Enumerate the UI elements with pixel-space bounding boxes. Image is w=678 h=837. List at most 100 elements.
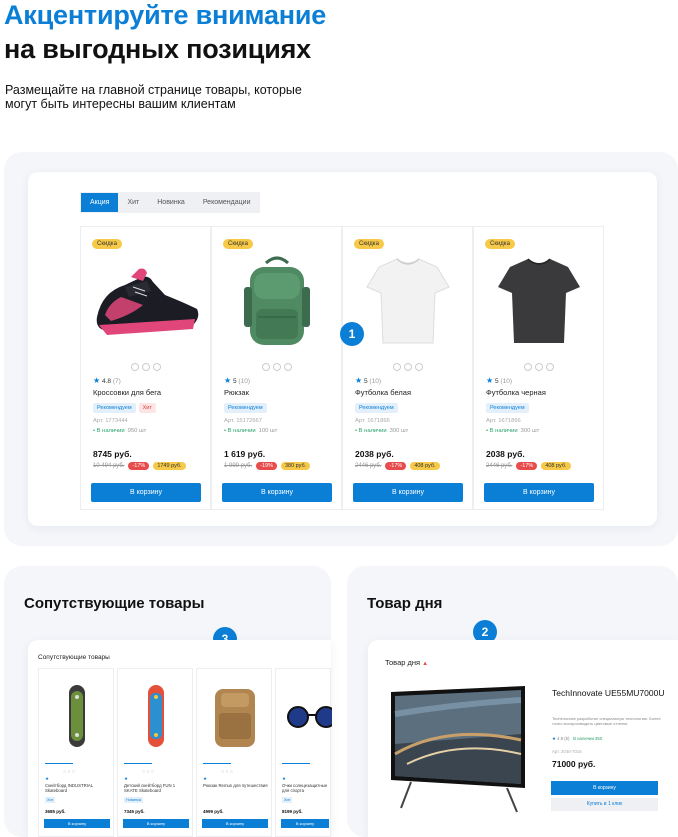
product-tools (524, 363, 554, 371)
old-price: 10 494 руб. (93, 463, 125, 469)
deal-rating: ★ 4.8 (5) В наличии 350 (552, 736, 603, 741)
add-to-cart-button[interactable]: В корзину (281, 819, 329, 828)
add-to-cart-button[interactable]: В корзину (202, 819, 268, 828)
tag-hit: Хит (138, 403, 156, 413)
price: 2038 руб. (486, 449, 525, 459)
add-to-cart-button[interactable]: В корзину (222, 483, 332, 502)
tag: Хит (282, 797, 293, 803)
old-price: 2446 руб. (486, 463, 513, 469)
tab-akciya[interactable]: Акция (81, 193, 119, 212)
old-price-row: 2446 руб. -17% 408 руб. (486, 462, 571, 470)
savings-badge: 1749 руб. (153, 462, 186, 470)
product-tools (393, 363, 423, 371)
favorite-icon[interactable] (142, 363, 150, 371)
related-item-price: 4999 руб. (203, 809, 224, 814)
add-to-cart-button[interactable]: В корзину (123, 819, 189, 828)
product-name[interactable]: Футболка черная (486, 388, 546, 397)
deal-add-to-cart-button[interactable]: В корзину (551, 781, 658, 795)
tag: Новинка (124, 797, 143, 803)
sku: Арт. 1671866 (355, 418, 390, 424)
quick-view-icon[interactable] (284, 363, 292, 371)
backpack-image[interactable] (218, 247, 336, 355)
rating: ★ 5 (10) (224, 376, 250, 385)
add-to-cart-button[interactable]: В корзину (44, 819, 110, 828)
savings-badge: 408 руб. (541, 462, 571, 470)
quick-view-icon[interactable] (153, 363, 161, 371)
add-to-cart-button[interactable]: В корзину (91, 483, 201, 502)
rating: ★ 4.8 (7) (93, 376, 121, 385)
rating: ★ 5 (10) (486, 376, 512, 385)
related-widget-title: Сопутствующие товары (38, 654, 110, 661)
tag-row: Рекомендуем (355, 403, 398, 413)
discount-badge: -19% (256, 462, 277, 470)
sku: Арт. 1671866 (486, 418, 521, 424)
compare-icon[interactable] (262, 363, 270, 371)
favorite-icon[interactable] (273, 363, 281, 371)
product-card[interactable]: Скидка ★ 4.8 (7) Кроссовки для бега Реко… (80, 226, 211, 510)
related-item[interactable]: ○ ○ ○ ★ Рюкзак Remus для путешествия 499… (196, 668, 272, 837)
product-name[interactable]: Кроссовки для бега (93, 388, 161, 397)
deal-product-name[interactable]: TechInnovate UE55MU7000U (552, 688, 664, 698)
stock-status: • В наличии 300 шт (486, 428, 540, 434)
star-icon: ★ (93, 376, 101, 385)
compare-icon[interactable] (524, 363, 532, 371)
tag-row: Рекомендуем Хит (93, 403, 156, 413)
tab-novinka[interactable]: Новинка (148, 193, 194, 212)
stock-status: • В наличии 100 шт (224, 428, 278, 434)
product-name[interactable]: Футболка белая (355, 388, 411, 397)
tab-recommendations[interactable]: Рекомендации (194, 193, 260, 212)
item-tools-icon: ○ ○ ○ (221, 769, 233, 775)
product-card[interactable]: Скидка ★ 5 (10) Футболка черная Рекоменд… (473, 226, 604, 510)
stock-status: • В наличии 300 шт (355, 428, 409, 434)
deal-price: 71000 руб. (552, 759, 596, 769)
backpack-image[interactable] (205, 683, 265, 751)
star-icon: ★ (552, 736, 556, 741)
buy-one-click-button[interactable]: Купить в 1 клик (551, 798, 658, 811)
old-price-row: 2446 руб. -17% 408 руб. (355, 462, 440, 470)
tab-hit[interactable]: Хит (118, 193, 148, 212)
quick-view-icon[interactable] (415, 363, 423, 371)
compare-icon[interactable] (393, 363, 401, 371)
discount-badge: -17% (516, 462, 538, 470)
skateboard-image[interactable] (126, 683, 186, 751)
hero-title-accent: Акцентируйте внимание (4, 0, 327, 30)
progress-line (45, 763, 73, 764)
white-tshirt-image[interactable] (349, 247, 467, 355)
deal-widget-title: Товар дня ▲ (385, 658, 429, 667)
product-tabs: Акция Хит Новинка Рекомендации (80, 192, 261, 213)
add-to-cart-button[interactable]: В корзину (484, 483, 594, 502)
related-item[interactable]: ○ ○ ○ ★ Детский скейтборд FUN 1 SKATE Sk… (117, 668, 193, 837)
deal-section-title: Товар дня (367, 595, 443, 612)
tv-image[interactable] (387, 684, 529, 814)
sunglasses-image[interactable] (284, 683, 337, 751)
related-section-title: Сопутствующие товары (24, 595, 205, 612)
skateboard-image[interactable] (47, 683, 107, 751)
price: 8745 руб. (93, 449, 132, 459)
price: 1 619 руб. (224, 449, 266, 459)
progress-line (124, 763, 152, 764)
favorite-icon[interactable] (535, 363, 543, 371)
add-to-cart-button[interactable]: В корзину (353, 483, 463, 502)
hero-title: на выгодных позициях (4, 34, 311, 64)
star-icon: ★ (224, 376, 232, 385)
tag-row: Рекомендуем (224, 403, 267, 413)
related-item-name[interactable]: Скейтборд INDUSTRIAL Skateboard (45, 783, 111, 793)
related-item[interactable]: ★ Очки солнцезащитные для спорта Хит 819… (275, 668, 337, 837)
old-price: 1 999 руб. (224, 463, 253, 469)
quick-view-icon[interactable] (546, 363, 554, 371)
tag-recommended: Рекомендуем (93, 403, 136, 413)
sneaker-image[interactable] (87, 247, 205, 355)
favorite-icon[interactable] (404, 363, 412, 371)
related-item[interactable]: ○ ○ ○ ★ Скейтборд INDUSTRIAL Skateboard … (38, 668, 114, 837)
product-card[interactable]: Скидка ★ 5 (10) Рюкзак Рекомендуем Арт. … (211, 226, 342, 510)
related-item-name[interactable]: Очки солнцезащитные для спорта (282, 783, 330, 793)
stock-status: • В наличии 950 шт (93, 428, 147, 434)
compare-icon[interactable] (131, 363, 139, 371)
product-card[interactable]: Скидка ★ 5 (10) Футболка белая Рекоменду… (342, 226, 473, 510)
product-name[interactable]: Рюкзак (224, 388, 249, 397)
black-tshirt-image[interactable] (480, 247, 598, 355)
related-item-name[interactable]: Детский скейтборд FUN 1 SKATE Skateboard (124, 783, 190, 793)
discount-badge: -17% (385, 462, 407, 470)
related-item-name[interactable]: Рюкзак Remus для путешествия (203, 783, 269, 788)
sku: Арт. 1773444 (93, 418, 128, 424)
